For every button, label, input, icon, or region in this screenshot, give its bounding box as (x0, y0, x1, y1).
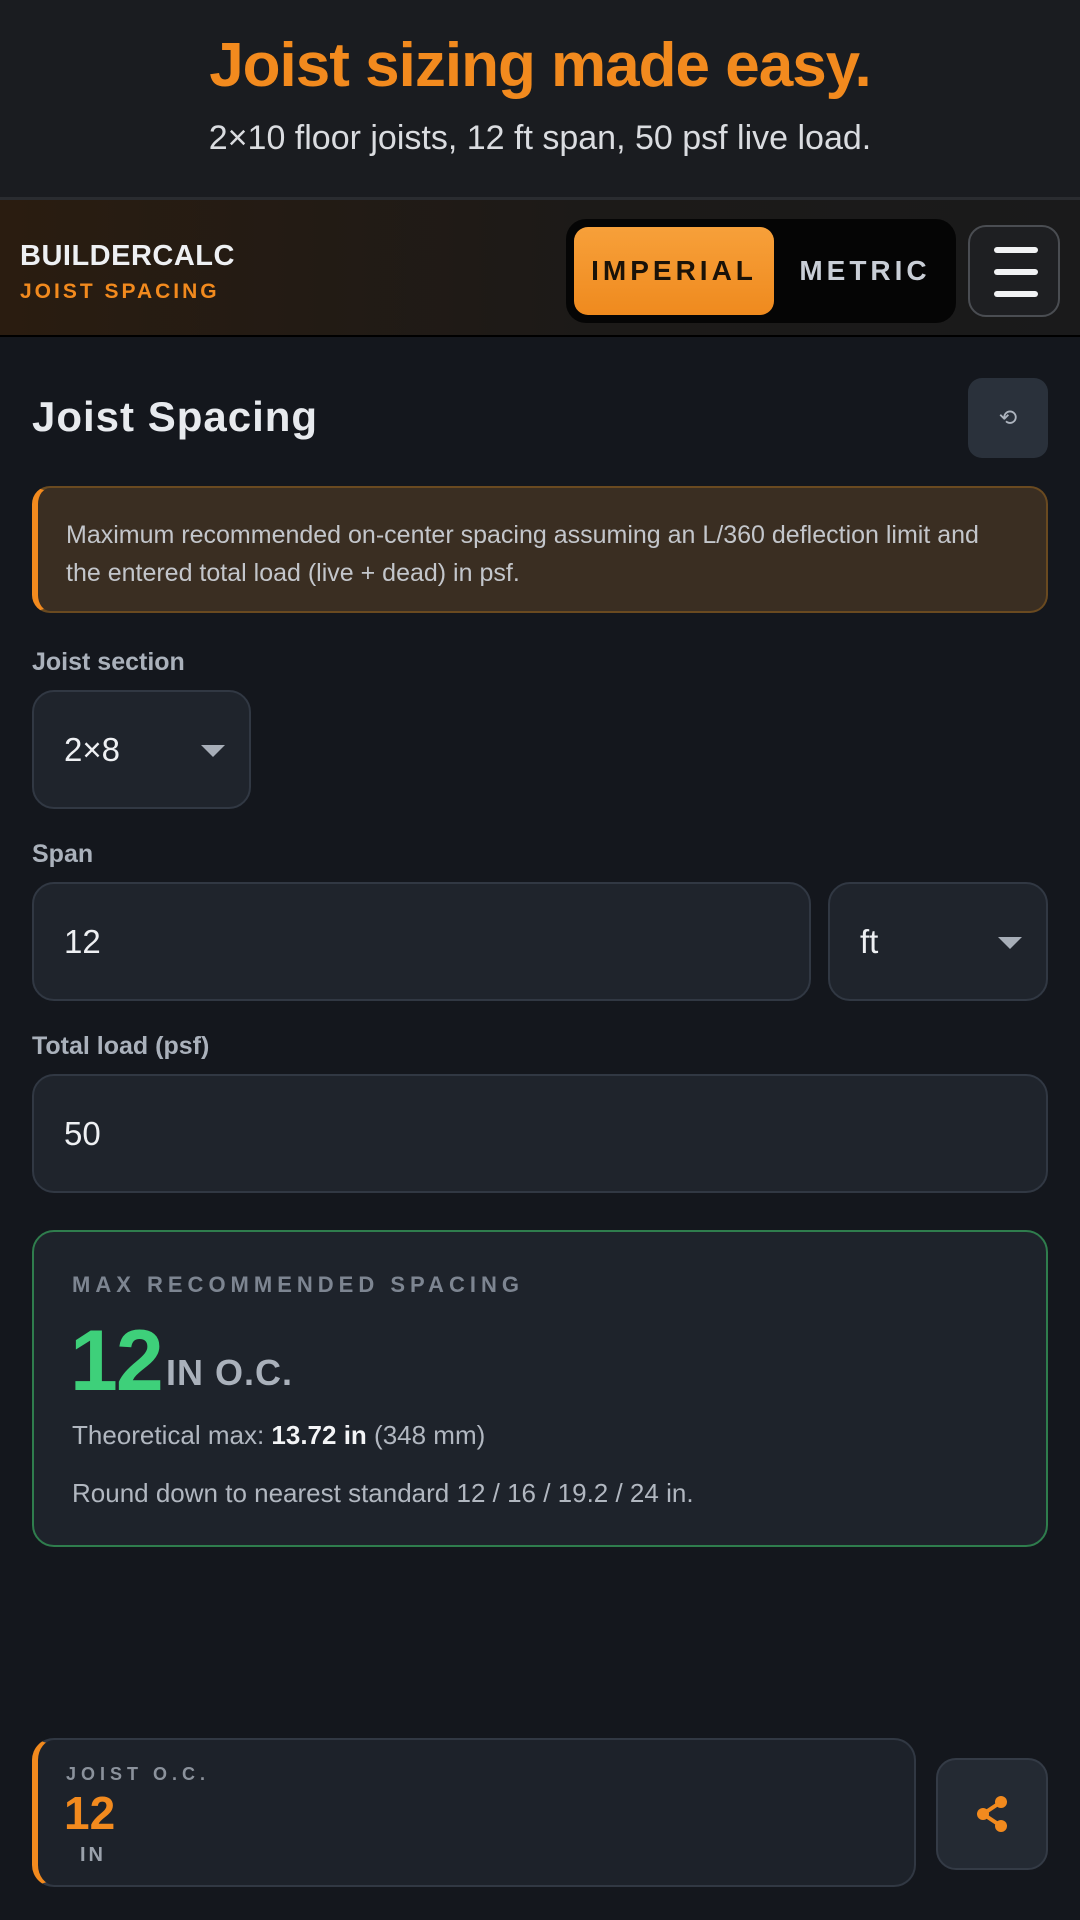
result-card: MAX RECOMMENDED SPACING 12 IN O.C. Theor… (32, 1230, 1048, 1547)
summary-label: JOIST O.C. (66, 1764, 211, 1784)
reset-icon: ⟲ (998, 405, 1018, 430)
summary-value: 12 (64, 1787, 116, 1839)
total-load-input[interactable]: 50 (32, 1074, 1048, 1193)
chevron-down-icon (201, 744, 225, 757)
hamburger-menu-icon (994, 247, 1038, 253)
page-title: Joist Spacing (32, 393, 319, 440)
hamburger-menu-icon (994, 269, 1038, 275)
span-input[interactable]: 12 (32, 882, 811, 1001)
summary-bar: JOIST O.C. 12 IN (32, 1738, 916, 1887)
brand-name: BUILDERCALC (20, 240, 235, 272)
total-load-value: 50 (64, 1114, 101, 1152)
promo-banner: Joist sizing made easy. 2×10 floor joist… (0, 0, 1080, 197)
span-label: Span (32, 840, 94, 868)
share-icon (977, 1796, 1007, 1832)
hamburger-menu-icon (994, 291, 1038, 297)
span-value: 12 (64, 922, 101, 960)
theoretical-max: Theoretical max: 13.72 in (348 mm) (72, 1420, 485, 1451)
share-button[interactable] (936, 1758, 1048, 1870)
promo-subtitle: 2×10 floor joists, 12 ft span, 50 psf li… (208, 119, 872, 157)
span-unit-select[interactable]: ft (828, 882, 1048, 1001)
menu-button[interactable] (968, 225, 1060, 317)
joist-section-select[interactable]: 2×8 (32, 690, 251, 809)
theoretical-value: 13.72 in (271, 1420, 367, 1450)
unit-imperial-button[interactable]: IMPERIAL (574, 227, 774, 315)
result-value: 12 (70, 1313, 164, 1409)
rounding-note: Round down to nearest standard 12 / 16 /… (72, 1478, 694, 1508)
total-load-label: Total load (psf) (32, 1032, 210, 1060)
unit-toggle: IMPERIAL METRIC (566, 219, 956, 323)
chevron-down-icon (998, 936, 1022, 949)
theoretical-prefix: Theoretical max: (72, 1420, 272, 1450)
summary-unit: IN (80, 1844, 106, 1866)
result-label: MAX RECOMMENDED SPACING (72, 1272, 524, 1297)
reset-button[interactable]: ⟲ (968, 378, 1048, 458)
unit-metric-button[interactable]: METRIC (782, 227, 948, 315)
span-unit-value: ft (860, 922, 879, 960)
promo-title: Joist sizing made easy. (209, 31, 872, 100)
result-unit: IN O.C. (166, 1352, 294, 1393)
joist-section-value: 2×8 (64, 730, 120, 768)
brand-subtitle: JOIST SPACING (20, 280, 220, 303)
info-callout: Maximum recommended on-center spacing as… (32, 486, 1048, 613)
joist-section-label: Joist section (32, 648, 185, 676)
theoretical-metric: (348 mm) (366, 1420, 486, 1450)
app-header: BUILDERCALC JOIST SPACING IMPERIAL METRI… (0, 197, 1080, 337)
